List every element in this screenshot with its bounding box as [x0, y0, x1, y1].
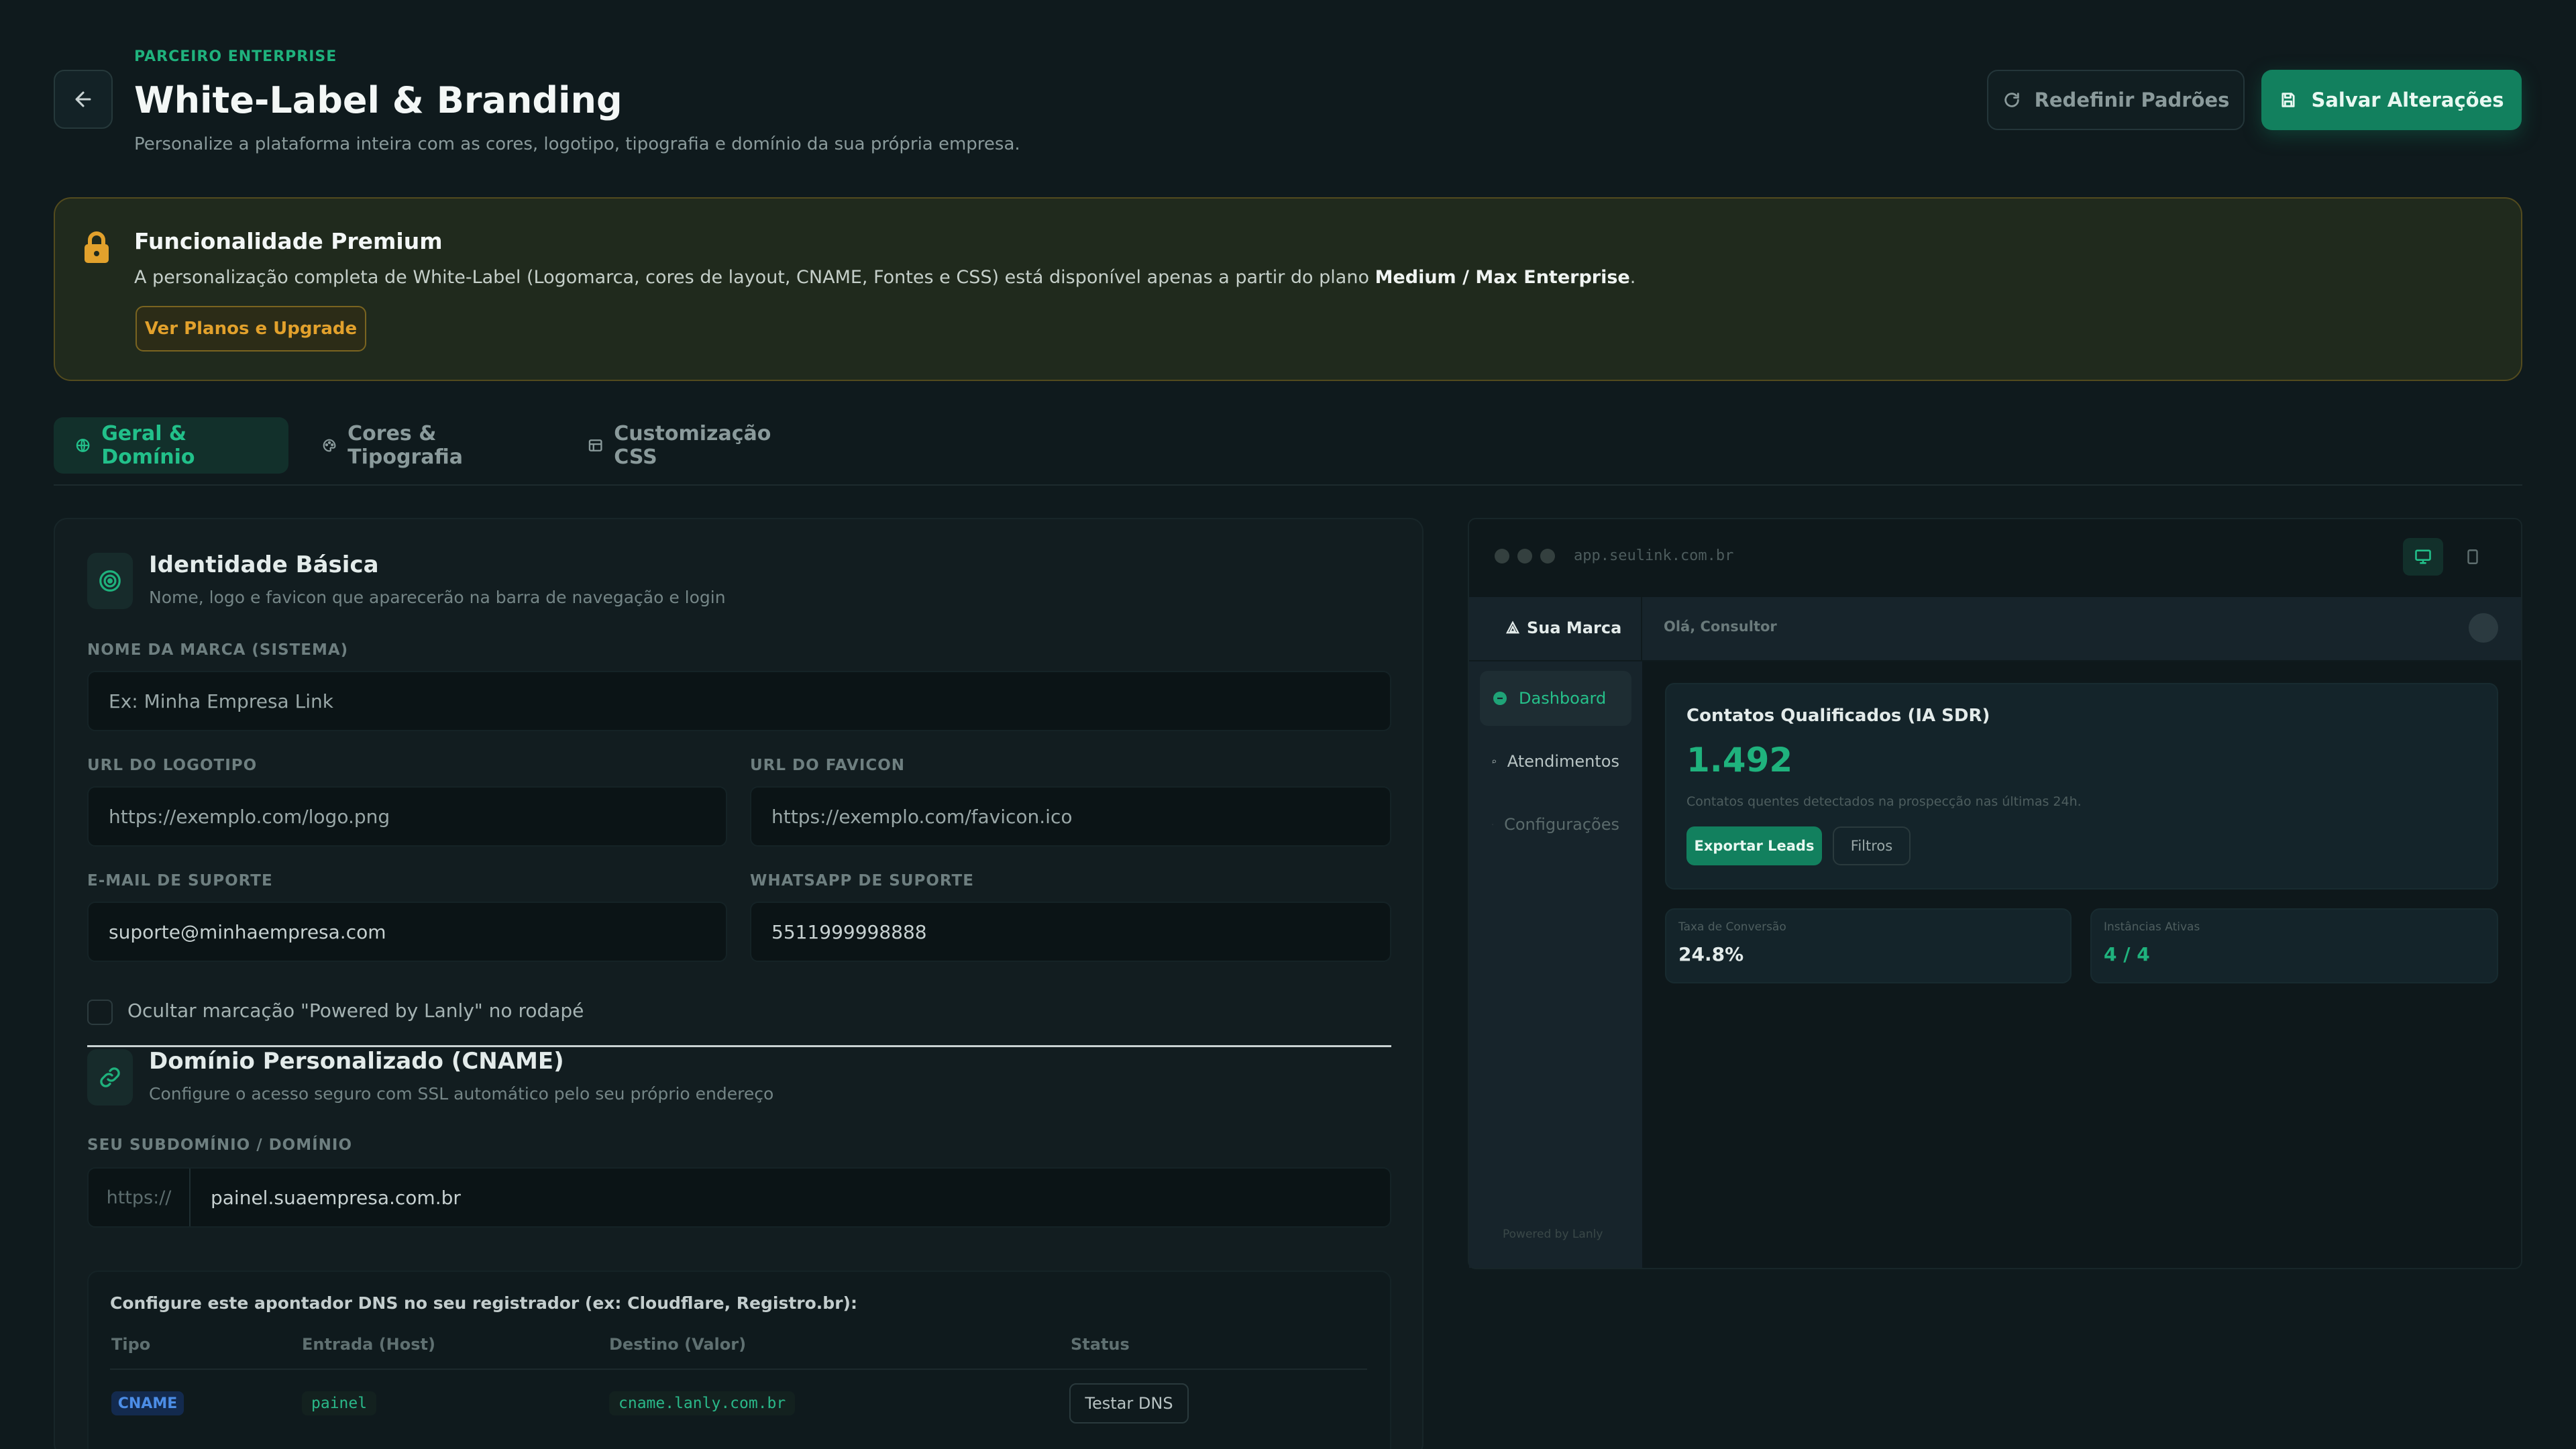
preview-powered-by: Powered by Lanly	[1503, 1228, 1603, 1241]
layout-icon	[588, 439, 602, 451]
premium-text: A personalização completa de White-Label…	[134, 267, 1635, 288]
gear-icon	[1492, 824, 1493, 825]
chat-icon	[1492, 759, 1496, 763]
link-icon	[87, 1049, 133, 1106]
mobile-view-button[interactable]	[2453, 538, 2493, 576]
metric-value: 1.492	[1686, 741, 1793, 780]
logo-url-label: URL DO LOGOTIPO	[87, 757, 258, 774]
section-divider	[87, 1045, 1391, 1047]
lock-icon	[85, 231, 109, 263]
conversion-rate-value: 24.8%	[1678, 943, 1744, 965]
hide-powered-label: Ocultar marcação "Powered by Lanly" no r…	[127, 1000, 584, 1022]
window-dot	[1495, 549, 1509, 564]
dns-target-code: cname.lanly.com.br	[609, 1391, 796, 1415]
tab-general-domain[interactable]: Geral & Domínio	[54, 417, 288, 474]
globe-icon	[76, 439, 90, 452]
metric-description: Contatos quentes detectados na prospecçã…	[1686, 794, 2082, 809]
monitor-icon	[2415, 549, 2431, 564]
support-email-label: E-MAIL DE SUPORTE	[87, 872, 273, 890]
preview-greeting: Olá, Consultor	[1664, 619, 1777, 635]
preview-url: app.seulink.com.br	[1574, 547, 1734, 564]
favicon-url-input[interactable]: https://exemplo.com/favicon.ico	[750, 786, 1391, 847]
save-icon	[2282, 93, 2296, 107]
active-instances-value: 4 / 4	[2104, 943, 2150, 965]
tab-label: Geral & Domínio	[101, 422, 195, 469]
tab-label: Cores & Tipografia	[347, 422, 463, 469]
export-leads-button[interactable]: Exportar Leads	[1686, 826, 1822, 865]
dns-header-divider	[110, 1368, 1367, 1370]
window-dot	[1517, 549, 1532, 564]
dns-host-code: painel	[302, 1391, 377, 1415]
preview-nav-settings[interactable]: Configurações	[1480, 797, 1631, 852]
domain-subtitle: Configure o acesso seguro com SSL automá…	[149, 1084, 774, 1104]
back-button[interactable]	[54, 70, 113, 129]
logo-url-input[interactable]: https://exemplo.com/logo.png	[87, 786, 727, 847]
page-eyebrow: PARCEIRO ENTERPRISE	[134, 48, 337, 65]
dns-title: Configure este apontador DNS no seu regi…	[110, 1293, 857, 1313]
premium-title: Funcionalidade Premium	[134, 228, 443, 254]
dns-col-type: Tipo	[111, 1335, 151, 1354]
palette-icon	[323, 439, 336, 452]
hide-powered-checkbox[interactable]	[87, 1000, 113, 1025]
dns-col-status: Status	[1071, 1335, 1130, 1354]
test-dns-button[interactable]: Testar DNS	[1069, 1383, 1189, 1424]
domain-prefix: https://	[89, 1169, 191, 1226]
brand-logo-icon	[1505, 621, 1520, 634]
premium-text-main: A personalização completa de White-Label…	[134, 267, 1375, 288]
tab-label: Customização CSS	[614, 422, 771, 469]
domain-title: Domínio Personalizado (CNAME)	[149, 1048, 564, 1075]
identity-title: Identidade Básica	[149, 551, 379, 578]
conversion-rate-label: Taxa de Conversão	[1678, 920, 1786, 934]
dns-col-target: Destino (Valor)	[609, 1335, 747, 1354]
domain-input[interactable]: painel.suaempresa.com.br	[191, 1187, 461, 1209]
active-instances-label: Instâncias Ativas	[2104, 920, 2200, 934]
reset-defaults-button[interactable]: Redefinir Padrões	[1987, 70, 2245, 130]
target-icon	[87, 553, 133, 609]
smartphone-icon	[2467, 549, 2478, 564]
nav-label: Atendimentos	[1507, 752, 1619, 771]
nav-label: Dashboard	[1519, 689, 1607, 708]
support-email-input[interactable]: suporte@minhaempresa.com	[87, 902, 727, 962]
preview-nav-dashboard[interactable]: Dashboard	[1480, 671, 1631, 726]
reset-label: Redefinir Padrões	[2034, 89, 2230, 111]
premium-plan-name: Medium / Max Enterprise	[1375, 267, 1630, 288]
identity-subtitle: Nome, logo e favicon que aparecerão na b…	[149, 588, 726, 607]
dashboard-icon	[1493, 692, 1507, 705]
desktop-view-button[interactable]	[2403, 538, 2443, 576]
preview-brand: Sua Marca	[1527, 619, 1622, 637]
tab-css-customization[interactable]: Customização CSS	[566, 417, 821, 474]
page-title: White-Label & Branding	[134, 79, 623, 121]
dns-col-host: Entrada (Host)	[302, 1335, 435, 1354]
tab-colors-typography[interactable]: Cores & Tipografia	[301, 417, 549, 474]
filters-button[interactable]: Filtros	[1833, 826, 1911, 865]
window-dot	[1540, 549, 1555, 564]
preview-nav-chats[interactable]: Atendimentos	[1480, 734, 1631, 789]
preview-topbar	[1469, 597, 2521, 661]
favicon-url-label: URL DO FAVICON	[750, 757, 906, 774]
avatar[interactable]	[2469, 613, 2498, 643]
brand-name-label: NOME DA MARCA (SISTEMA)	[87, 641, 349, 659]
premium-banner	[54, 197, 2522, 381]
support-whatsapp-label: WHATSAPP DE SUPORTE	[750, 872, 974, 890]
domain-field-label: SEU SUBDOMÍNIO / DOMÍNIO	[87, 1136, 353, 1154]
page-subtitle: Personalize a plataforma inteira com as …	[134, 134, 1020, 154]
save-label: Salvar Alterações	[2311, 89, 2504, 111]
refresh-icon	[2004, 93, 2019, 107]
tabs-divider	[54, 484, 2522, 486]
upgrade-button[interactable]: Ver Planos e Upgrade	[136, 306, 366, 352]
dns-type-badge: CNAME	[111, 1391, 184, 1415]
active-instances-card	[2090, 908, 2498, 983]
arrow-left-icon	[75, 91, 91, 107]
metric-title: Contatos Qualificados (IA SDR)	[1686, 706, 1990, 726]
premium-text-end: .	[1629, 267, 1636, 288]
save-changes-button[interactable]: Salvar Alterações	[2261, 70, 2522, 130]
support-whatsapp-input[interactable]: 5511999998888	[750, 902, 1391, 962]
nav-label: Configurações	[1504, 815, 1619, 834]
brand-name-input[interactable]: Ex: Minha Empresa Link	[87, 671, 1391, 731]
domain-input-group[interactable]: https:// painel.suaempresa.com.br	[87, 1167, 1391, 1228]
